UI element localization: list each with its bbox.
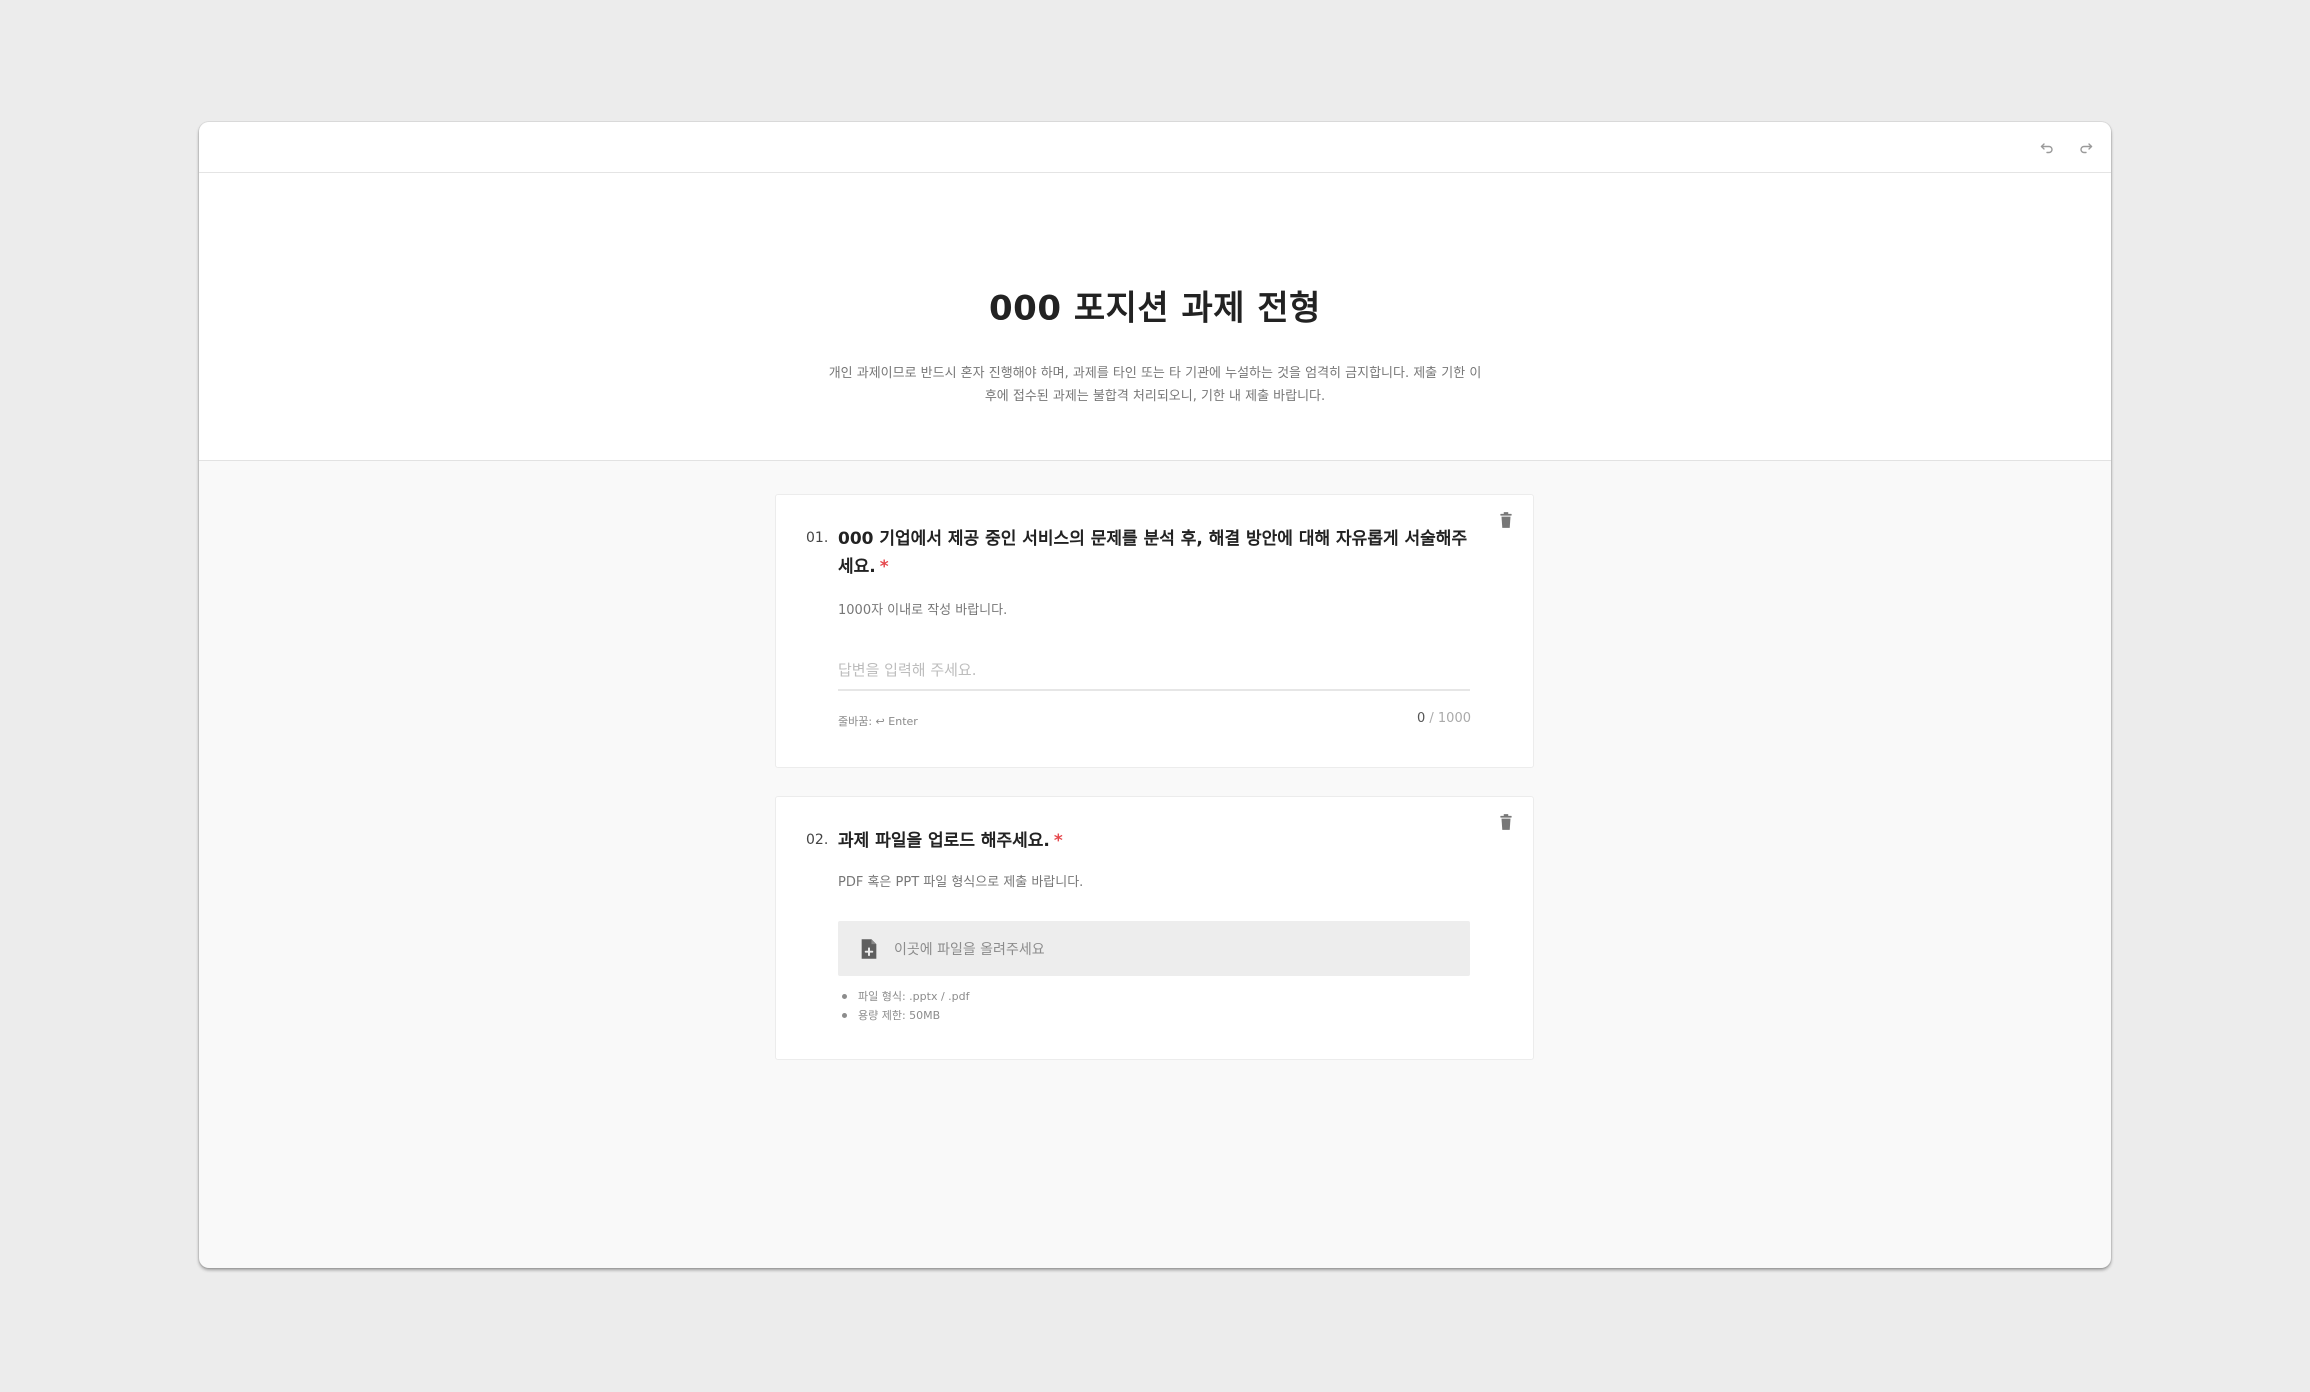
question-number: 02. <box>806 832 829 848</box>
question-text: 000 기업에서 제공 중인 서비스의 문제를 분석 후, 해결 방안에 대해 … <box>838 529 1468 577</box>
question-card-2: 02. 과제 파일을 업로드 해주세요. * PDF 혹은 PPT 파일 형식으로… <box>775 796 1534 1060</box>
file-upload-dropzone[interactable]: 이곳에 파일을 올려주세요 <box>838 921 1470 976</box>
linebreak-hint: 줄바꿈: ↩ Enter <box>838 715 918 728</box>
question-title[interactable]: 000 기업에서 제공 중인 서비스의 문제를 분석 후, 해결 방안에 대해 … <box>838 525 1478 581</box>
redo-icon <box>2080 143 2093 154</box>
question-card-1: 01. 000 기업에서 제공 중인 서비스의 문제를 분석 후, 해결 방안에… <box>775 494 1534 768</box>
char-limit: / 1000 <box>1425 711 1471 726</box>
question-number: 01. <box>806 530 829 546</box>
question-hint: 1000자 이내로 작성 바랍니다. <box>838 603 1008 618</box>
form-editor-window: 000 포지션 과제 전형 개인 과제이므로 반드시 혼자 진행해야 하며, 과… <box>199 122 2111 1268</box>
file-requirements-list: 파일 형식: .pptx / .pdf 용량 제한: 50MB <box>838 987 970 1025</box>
char-counter: 0 / 1000 <box>1417 711 1471 726</box>
top-toolbar <box>199 122 2111 173</box>
form-description[interactable]: 개인 과제이므로 반드시 혼자 진행해야 하며, 과제를 타인 또는 타 기관에… <box>825 362 1485 408</box>
trash-icon <box>1500 814 1512 830</box>
answer-input[interactable] <box>838 655 1470 691</box>
question-title[interactable]: 과제 파일을 업로드 해주세요. * <box>838 827 1478 855</box>
dropzone-label: 이곳에 파일을 올려주세요 <box>894 941 1045 958</box>
form-header: 000 포지션 과제 전형 개인 과제이므로 반드시 혼자 진행해야 하며, 과… <box>199 173 2111 461</box>
list-item: 파일 형식: .pptx / .pdf <box>838 987 970 1006</box>
file-add-icon <box>858 938 880 960</box>
question-text: 과제 파일을 업로드 해주세요. <box>838 831 1050 851</box>
required-mark: * <box>879 557 889 577</box>
form-title[interactable]: 000 포지션 과제 전형 <box>199 281 2111 330</box>
list-item: 용량 제한: 50MB <box>838 1006 970 1025</box>
required-mark: * <box>1053 831 1063 851</box>
undo-icon <box>2040 143 2053 154</box>
trash-icon <box>1500 512 1512 528</box>
question-hint: PDF 혹은 PPT 파일 형식으로 제출 바랍니다. <box>838 875 1084 890</box>
undo-button[interactable] <box>2035 136 2059 160</box>
delete-question-button[interactable] <box>1495 811 1517 833</box>
redo-button[interactable] <box>2074 136 2098 160</box>
delete-question-button[interactable] <box>1495 509 1517 531</box>
